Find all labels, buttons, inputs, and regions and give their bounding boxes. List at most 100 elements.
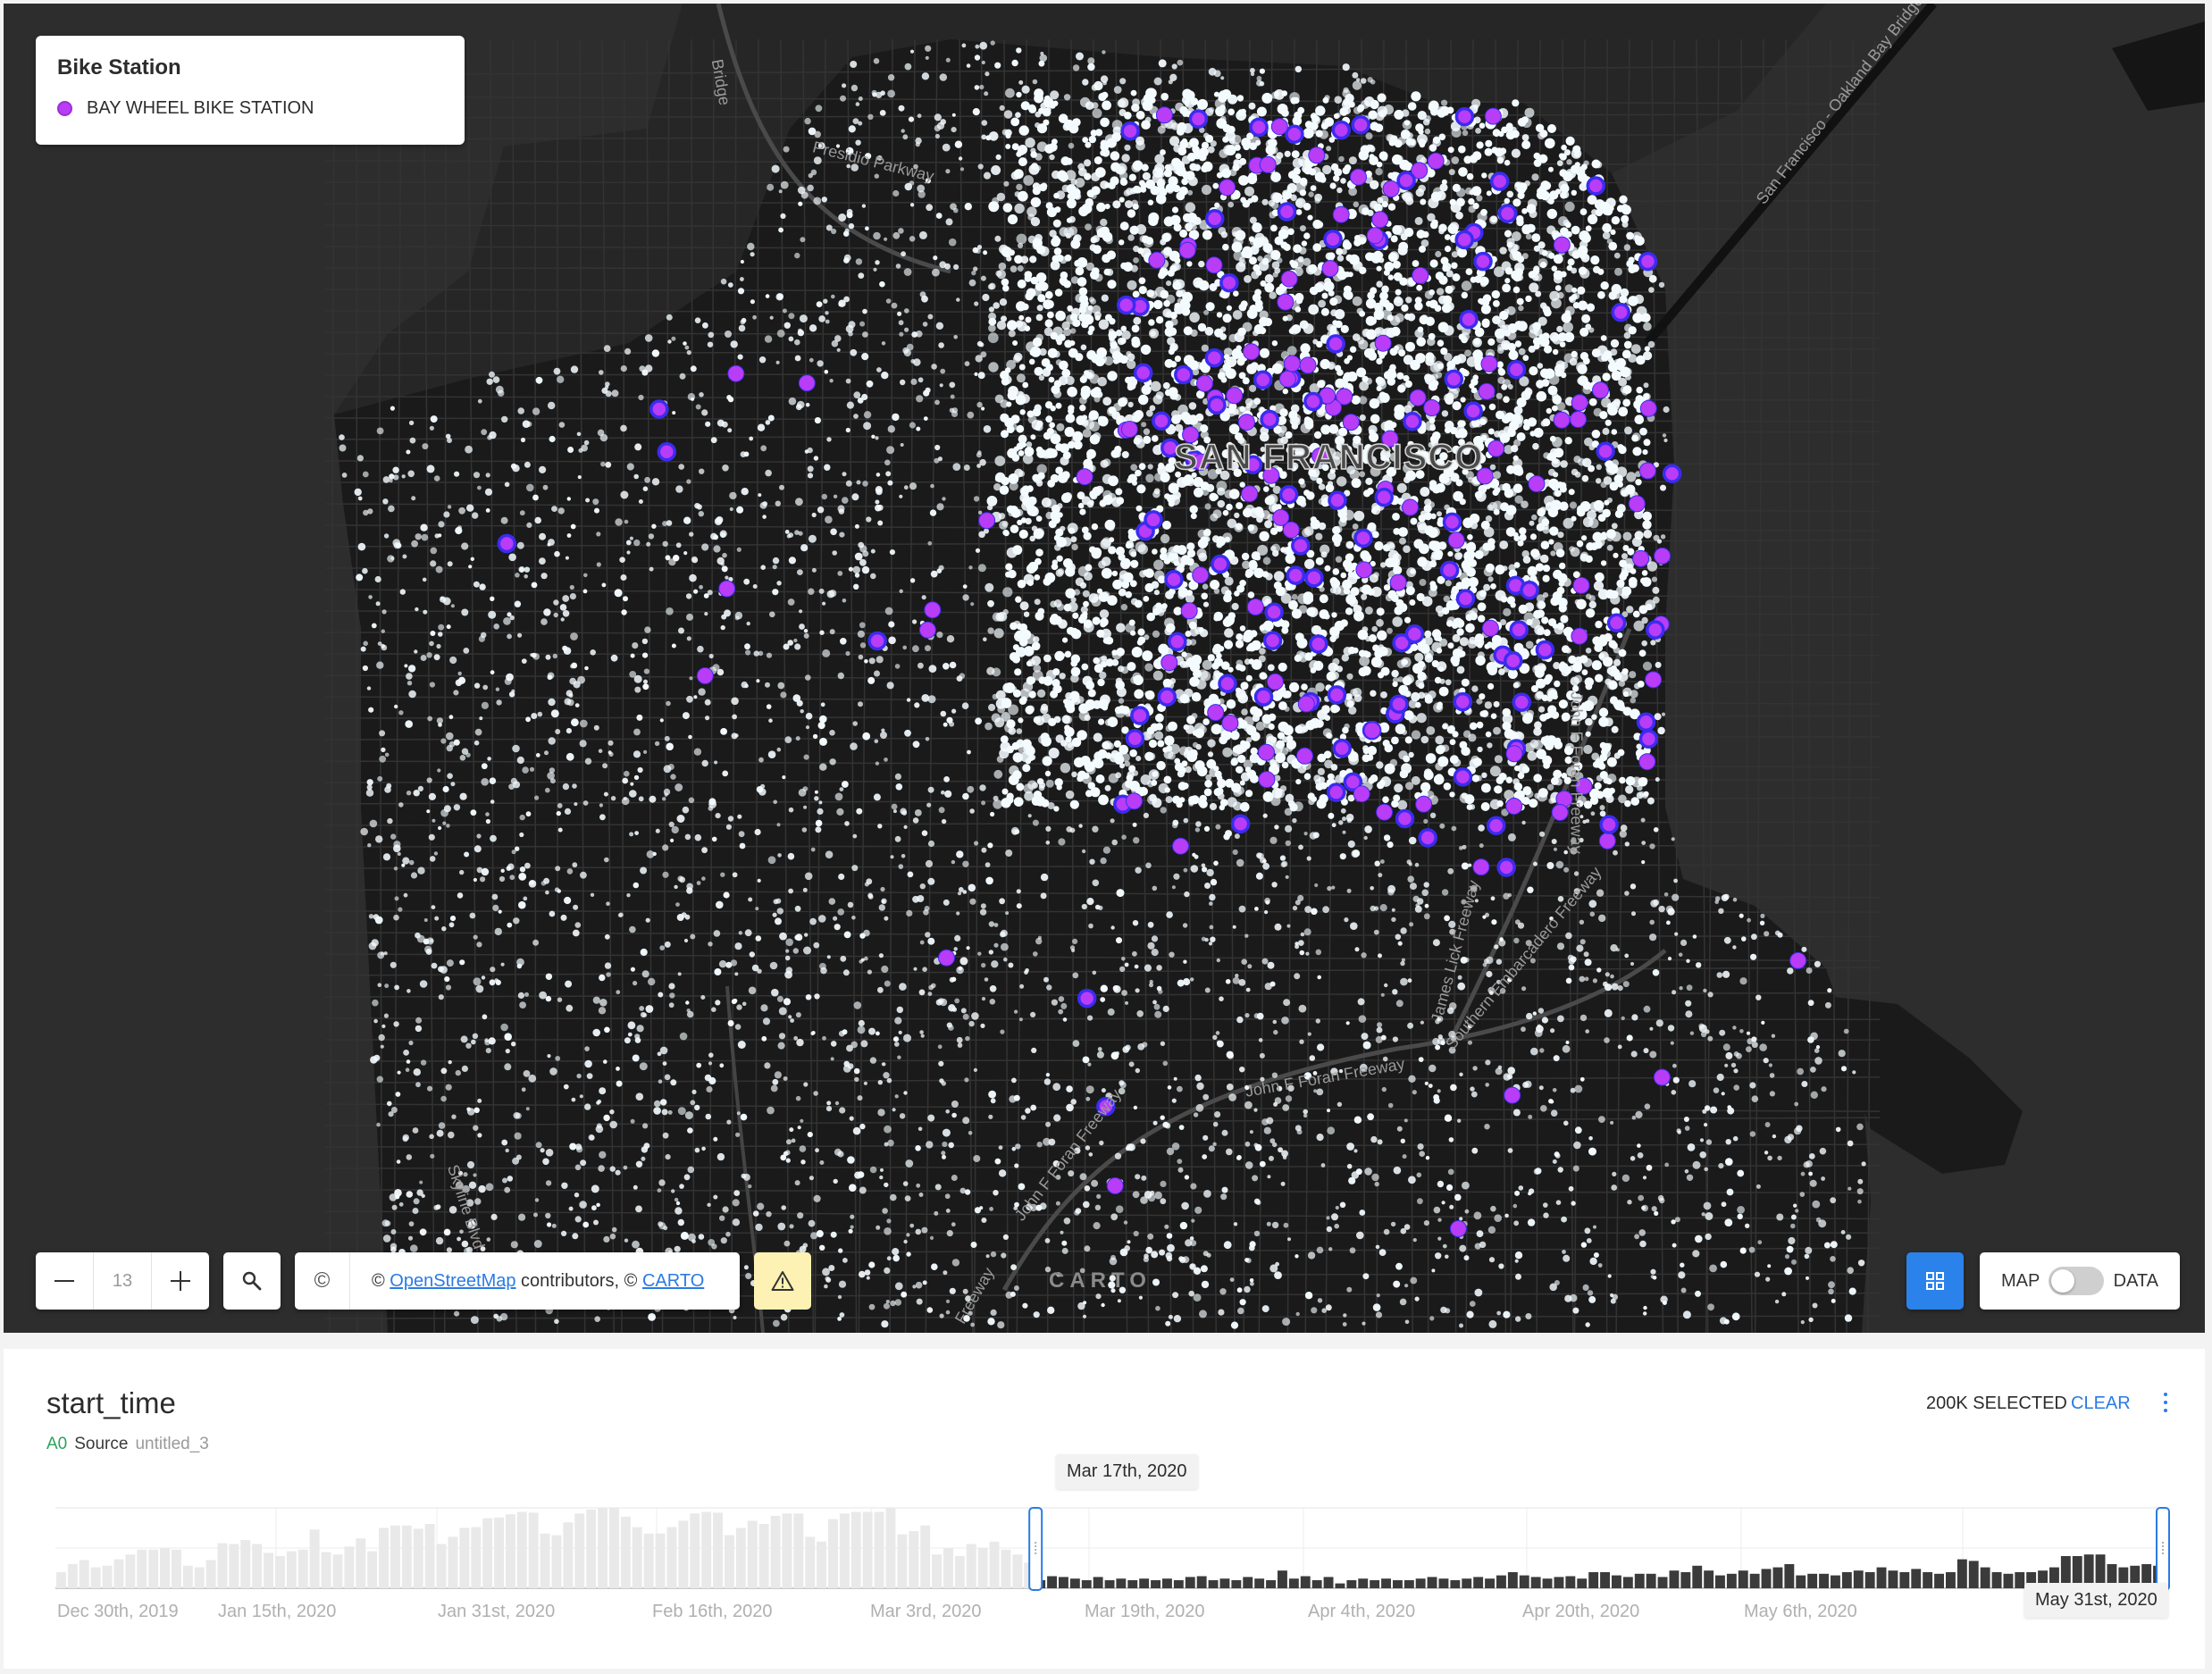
histogram-bar [954, 1556, 965, 1588]
histogram-bar [1622, 1577, 1633, 1588]
histogram-bar [1738, 1570, 1748, 1588]
histogram-bar [551, 1535, 562, 1588]
histogram-bar [229, 1544, 239, 1588]
histogram-bar [1542, 1578, 1553, 1588]
histogram-chart[interactable]: Dec 30th, 2019 Jan 15th, 2020 Jan 31st, 20… [4, 1349, 2205, 1669]
histogram-bar [1266, 1580, 1276, 1588]
zoom-out-button[interactable] [36, 1252, 93, 1310]
histogram-bar [1323, 1577, 1334, 1588]
histogram-bar [897, 1534, 908, 1588]
zoom-level: 13 [93, 1252, 152, 1310]
histogram-bar [977, 1548, 988, 1588]
range-end-tooltip: May 31st, 2020 [2024, 1583, 2168, 1618]
histogram-bar [321, 1552, 331, 1588]
histogram-bar [805, 1536, 816, 1588]
histogram-bar [1208, 1580, 1219, 1588]
histogram-bar [1047, 1576, 1057, 1588]
histogram-bar [113, 1559, 124, 1588]
copyright-icon[interactable]: © [295, 1252, 350, 1310]
attribution-middle: contributors, © [515, 1270, 642, 1291]
histogram-bar [747, 1520, 758, 1588]
histogram-bar [56, 1572, 66, 1588]
histogram-bar [1946, 1572, 1956, 1588]
histogram-bar [1980, 1567, 1990, 1588]
legend-title: Bike Station [57, 55, 181, 80]
histogram-bar [874, 1511, 884, 1588]
histogram-bar [160, 1548, 170, 1588]
histogram-bar [586, 1509, 597, 1588]
histogram-bar [782, 1513, 792, 1588]
map-canvas[interactable]: Presidio Parkway San Francisco - Oakland… [4, 4, 2205, 1333]
histogram-bar [79, 1560, 89, 1588]
histogram-bar [494, 1517, 504, 1588]
histogram-bar [1507, 1572, 1518, 1588]
histogram-bar [1899, 1572, 1910, 1588]
histogram-bar [1956, 1559, 1967, 1588]
histogram-bar [252, 1544, 263, 1588]
zoom-control: 13 [36, 1252, 209, 1310]
histogram-tick-labels: Dec 30th, 2019 Jan 15th, 2020 Jan 31st, 20… [57, 1602, 1857, 1621]
histogram-bar [563, 1522, 574, 1588]
histogram-bar [1669, 1570, 1680, 1588]
minus-icon [54, 1280, 74, 1282]
openstreetmap-link[interactable]: OpenStreetMap [390, 1271, 515, 1291]
histogram-bar [1300, 1576, 1311, 1588]
warning-button[interactable] [754, 1252, 811, 1310]
road-label: John F Foran Freeway [1567, 691, 1586, 854]
histogram-bar [90, 1567, 101, 1588]
histogram-bar [1196, 1576, 1207, 1588]
histogram-bar [1646, 1573, 1656, 1588]
histogram-bar [1081, 1580, 1092, 1588]
histogram-bar [102, 1565, 113, 1588]
histogram-bar [356, 1538, 366, 1588]
histogram-bar [1934, 1573, 1944, 1588]
histogram-bar [182, 1565, 193, 1588]
search-button[interactable] [223, 1252, 281, 1310]
histogram-bar [367, 1551, 378, 1588]
histogram-bar [701, 1511, 712, 1588]
range-start-handle[interactable] [1028, 1507, 1043, 1591]
layers-button[interactable] [1906, 1252, 1964, 1310]
map-layer-svg[interactable] [4, 4, 2205, 1333]
carto-link[interactable]: CARTO [642, 1271, 704, 1291]
legend-dot-icon [57, 101, 72, 116]
histogram-bar [690, 1513, 700, 1588]
histogram-bar [609, 1508, 619, 1588]
range-end-handle[interactable] [2156, 1507, 2170, 1591]
histogram-bar [655, 1533, 666, 1588]
histogram-bar [1093, 1577, 1103, 1588]
histogram-bar [67, 1564, 78, 1588]
histogram-bar [424, 1524, 435, 1588]
histogram-bar [1346, 1580, 1357, 1588]
histogram-bar [297, 1549, 308, 1588]
x-tick-label: Apr 4th, 2020 [1308, 1602, 1415, 1621]
carto-logo: CARTO [1049, 1268, 1152, 1293]
histogram-bar [1565, 1576, 1576, 1588]
histogram-bar [528, 1512, 539, 1588]
histogram-bar [286, 1551, 297, 1588]
histogram-bar [1288, 1578, 1299, 1588]
histogram-widget: start_time A0 Source untitled_3 200K SELEC… [4, 1349, 2205, 1669]
histogram-bar [516, 1511, 527, 1588]
histogram-bar [678, 1520, 689, 1588]
histogram-bar [1231, 1580, 1242, 1588]
histogram-bar [1612, 1575, 1621, 1588]
histogram-bar [1219, 1578, 1230, 1588]
histogram-bar [275, 1556, 285, 1588]
histogram-bar [436, 1544, 447, 1588]
histogram-bar [920, 1525, 931, 1588]
histogram-bar [1761, 1569, 1772, 1588]
zoom-in-button[interactable] [152, 1252, 209, 1310]
histogram-bar [506, 1514, 515, 1588]
histogram-bar [862, 1511, 873, 1588]
histogram-bar [1715, 1575, 1725, 1588]
histogram-bar [1819, 1573, 1829, 1588]
histogram-bar [1185, 1577, 1195, 1588]
histogram-bar [989, 1541, 1000, 1588]
histogram-bar [309, 1529, 320, 1588]
histogram-bar [413, 1528, 423, 1588]
histogram-bar [1403, 1580, 1414, 1588]
histogram-bar [125, 1554, 136, 1588]
view-toggle[interactable] [2049, 1267, 2105, 1295]
histogram-bar [632, 1527, 642, 1588]
